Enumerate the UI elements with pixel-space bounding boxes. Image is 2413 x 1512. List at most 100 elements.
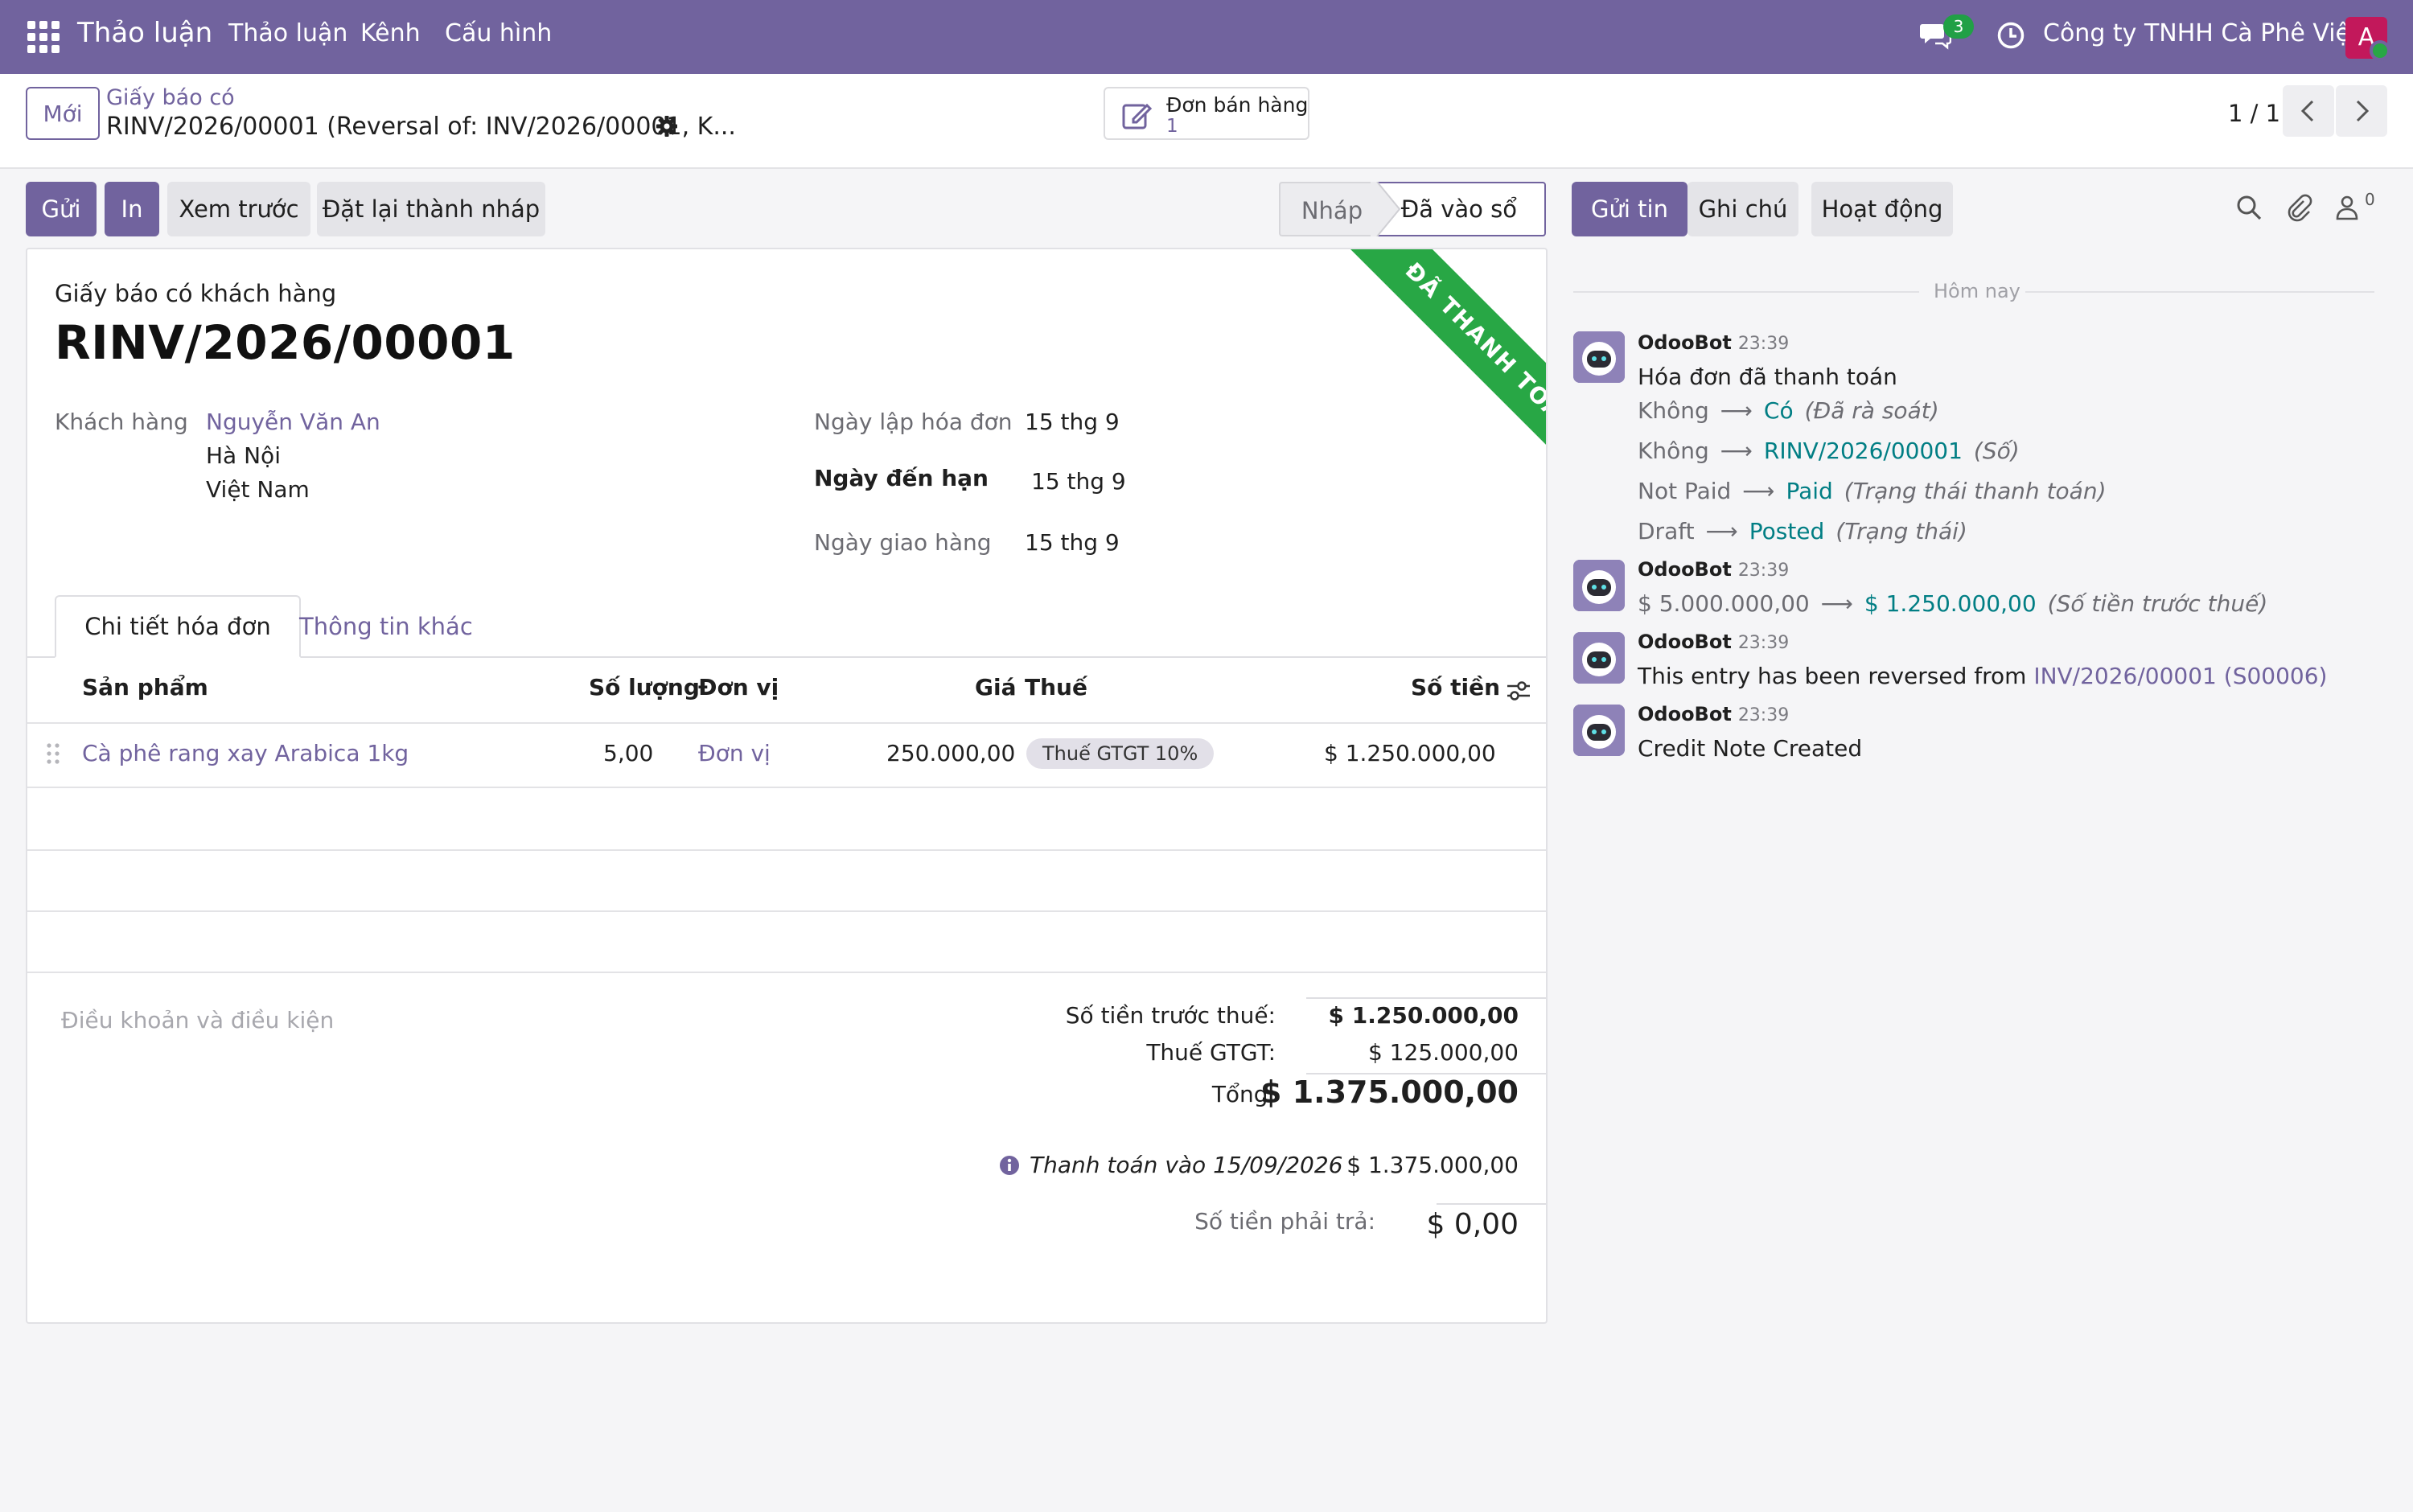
terms-conditions-input[interactable]: Điều khoản và điều kiện: [61, 1007, 334, 1033]
new-button[interactable]: Mới: [26, 87, 100, 140]
payment-value: $ 1.375.000,00: [1346, 1152, 1519, 1178]
paperclip-icon[interactable]: [2284, 193, 2313, 222]
search-icon[interactable]: [2234, 193, 2263, 222]
delivery-date-value[interactable]: 15 thg 9: [1025, 529, 1120, 556]
column-quantity[interactable]: Số lượng: [589, 674, 700, 701]
document-number: RINV/2026/00001: [55, 315, 516, 370]
author-name[interactable]: OdooBot: [1638, 631, 1732, 653]
customer-city: Hà Nội: [206, 442, 281, 469]
line-price[interactable]: 250.000,00: [886, 740, 1015, 766]
message-body: Credit Note Created: [1638, 735, 1863, 762]
total-value: $ 1.375.000,00: [1260, 1074, 1519, 1110]
payment-label: Thanh toán vào 15/09/2026: [1030, 1152, 1343, 1178]
tracking-old: Không: [1638, 397, 1709, 424]
invoice-date-label: Ngày lập hóa đơn: [814, 409, 1013, 435]
preview-button[interactable]: Xem trước: [167, 182, 310, 236]
column-price[interactable]: Giá: [975, 674, 1016, 701]
line-uom[interactable]: Đơn vị: [698, 740, 771, 766]
menu-discuss[interactable]: Thảo luận: [228, 19, 347, 47]
info-icon[interactable]: [999, 1155, 1020, 1176]
message-body: Hóa đơn đã thanh toán: [1638, 364, 1897, 390]
print-button[interactable]: In: [105, 182, 159, 236]
message-text: This entry has been reversed from: [1638, 663, 2027, 689]
odoobot-avatar[interactable]: [1573, 560, 1625, 611]
tab-invoice-lines[interactable]: Chi tiết hóa đơn: [55, 595, 301, 658]
tracking-new: Có: [1763, 397, 1794, 424]
pager-value[interactable]: 1 / 1: [2228, 100, 2280, 127]
log-note-button[interactable]: Ghi chú: [1687, 182, 1798, 236]
online-status-dot: [2370, 40, 2390, 61]
reversed-invoice-link[interactable]: INV/2026/00001 (S00006): [2033, 663, 2327, 689]
top-navbar: Thảo luận Thảo luận Kênh Cấu hình 3 Công…: [0, 0, 2413, 74]
column-uom[interactable]: Đơn vị: [698, 674, 779, 701]
drag-handle-icon[interactable]: [45, 742, 61, 766]
app-brand[interactable]: Thảo luận: [77, 17, 212, 49]
breadcrumb-current: RINV/2026/00001 (Reversal of: INV/2026/0…: [106, 113, 736, 141]
activity-clock-icon[interactable]: [1996, 21, 2025, 50]
optional-columns-icon[interactable]: [1506, 679, 1531, 703]
pager-previous-button[interactable]: [2283, 85, 2334, 137]
odoobot-avatar[interactable]: [1573, 705, 1625, 756]
tracking-value: Not Paid ⟶ Paid (Trạng thái thanh toán): [1638, 478, 2107, 504]
tracking-old: $ 5.000.000,00: [1638, 590, 1810, 617]
menu-channels[interactable]: Kênh: [360, 19, 421, 47]
row-divider: [27, 910, 1546, 912]
column-tax[interactable]: Thuế: [1025, 674, 1087, 701]
today-separator: Hôm nay: [1934, 280, 2020, 302]
row-divider: [27, 972, 1546, 973]
column-product[interactable]: Sản phẩm: [82, 674, 208, 701]
line-tax-tag[interactable]: Thuế GTGT 10%: [1026, 738, 1215, 769]
pager-next-button[interactable]: [2336, 85, 2387, 137]
line-amount: $ 1.250.000,00: [1324, 740, 1496, 766]
status-arrow-separator: [1371, 182, 1401, 236]
tracking-new: $ 1.250.000,00: [1864, 590, 2037, 617]
status-draft[interactable]: Nháp: [1279, 182, 1383, 236]
tracking-new: RINV/2026/00001: [1763, 438, 1963, 464]
amount-due-label: Số tiền phải trả:: [1194, 1208, 1375, 1235]
author-name[interactable]: OdooBot: [1638, 558, 1732, 581]
tab-other-info[interactable]: Thông tin khác: [299, 613, 473, 640]
reset-to-draft-button[interactable]: Đặt lại thành nháp: [317, 182, 545, 236]
tracking-new: Posted: [1749, 518, 1825, 544]
column-amount[interactable]: Số tiền: [1411, 674, 1500, 701]
message-time: 23:39: [1737, 334, 1790, 354]
activities-button[interactable]: Hoạt động: [1811, 182, 1953, 236]
sale-order-smart-button[interactable]: Đơn bán hàng 1: [1104, 87, 1309, 140]
odoobot-avatar[interactable]: [1573, 331, 1625, 383]
apps-menu-icon[interactable]: [27, 21, 60, 53]
tracking-field: (Đã rà soát): [1804, 397, 1939, 424]
line-quantity[interactable]: 5,00: [603, 740, 653, 766]
message-body: This entry has been reversed from INV/20…: [1638, 663, 2327, 689]
arrow-right-icon: ⟶: [1705, 518, 1738, 544]
send-button[interactable]: Gửi: [26, 182, 97, 236]
message-time: 23:39: [1737, 705, 1790, 725]
followers-icon[interactable]: [2334, 193, 2363, 222]
message-author: OdooBot 23:39: [1638, 558, 1789, 581]
line-product[interactable]: Cà phê rang xay Arabica 1kg: [82, 740, 409, 766]
invoice-date-value[interactable]: 15 thg 9: [1025, 409, 1120, 435]
customer-name-link[interactable]: Nguyễn Văn An: [206, 409, 380, 435]
author-name[interactable]: OdooBot: [1638, 703, 1732, 725]
send-message-button[interactable]: Gửi tin: [1572, 182, 1687, 236]
tracking-value: Không ⟶ Có (Đã rà soát): [1638, 397, 1939, 424]
chevron-right-icon: [2356, 100, 2370, 122]
date-divider-line: [1573, 291, 1919, 293]
company-switcher[interactable]: Công ty TNHH Cà Phê Việt: [2043, 19, 2360, 47]
tracking-field: (Số): [1973, 438, 2020, 464]
vat-value: $ 125.000,00: [1367, 1039, 1519, 1066]
breadcrumb-parent[interactable]: Giấy báo có: [106, 85, 235, 110]
customer-label: Khách hàng: [55, 409, 188, 435]
edit-icon: [1122, 103, 1153, 129]
author-name[interactable]: OdooBot: [1638, 331, 1732, 354]
row-divider: [27, 787, 1546, 788]
menu-configuration[interactable]: Cấu hình: [445, 19, 552, 47]
message-time: 23:39: [1737, 561, 1790, 581]
arrow-right-icon: ⟶: [1720, 397, 1753, 424]
arrow-right-icon: ⟶: [1820, 590, 1853, 617]
gear-icon[interactable]: [655, 114, 679, 138]
due-date-value[interactable]: 15 thg 9: [1031, 468, 1126, 495]
odoobot-avatar[interactable]: [1573, 632, 1625, 684]
followers-count: 0: [2365, 190, 2375, 209]
arrow-right-icon: ⟶: [1742, 478, 1775, 504]
control-panel: Mới Giấy báo có RINV/2026/00001 (Reversa…: [0, 74, 2413, 169]
